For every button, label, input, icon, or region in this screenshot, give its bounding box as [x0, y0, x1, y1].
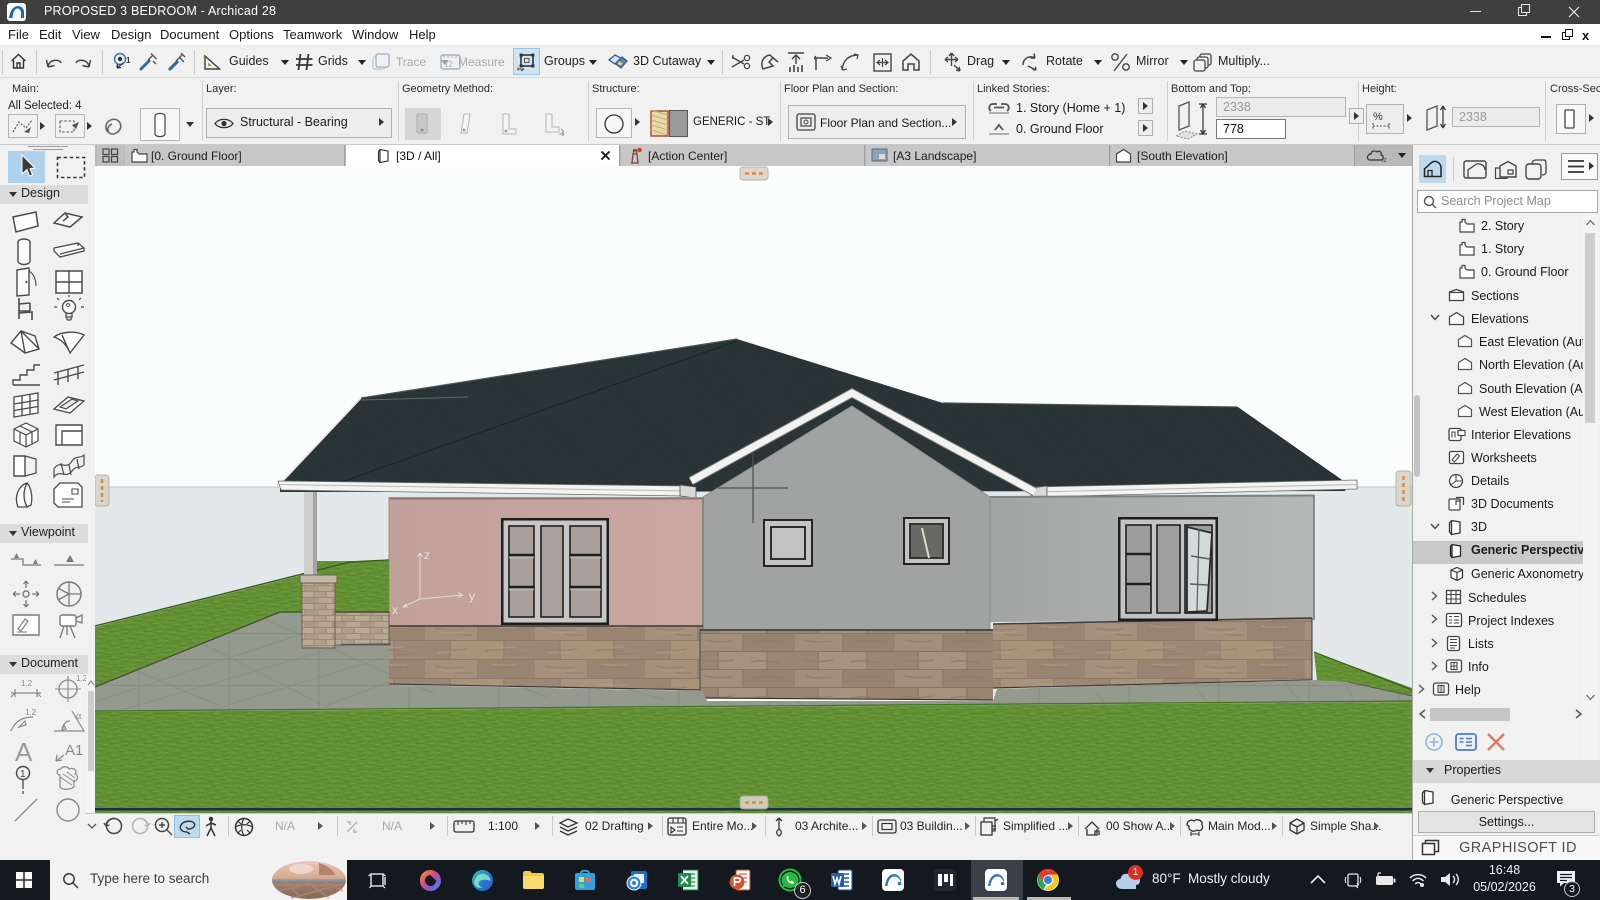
svg-text:1.2: 1.2 — [21, 679, 33, 688]
svg-text:1.2: 1.2 — [25, 708, 37, 717]
svg-text:1: 1 — [20, 769, 26, 780]
svg-text:z: z — [424, 548, 430, 562]
svg-text:A1: A1 — [65, 742, 83, 759]
svg-text:y: y — [469, 589, 475, 603]
svg-text:x: x — [392, 603, 398, 617]
svg-text:α: α — [76, 711, 81, 721]
svg-text:12: 12 — [444, 60, 453, 69]
svg-text:1.2: 1.2 — [76, 674, 86, 683]
svg-text:Iz: Iz — [1382, 158, 1387, 163]
svg-text:%: % — [1373, 111, 1383, 123]
svg-text:A: A — [15, 737, 33, 765]
svg-text:1: 1 — [126, 56, 131, 65]
